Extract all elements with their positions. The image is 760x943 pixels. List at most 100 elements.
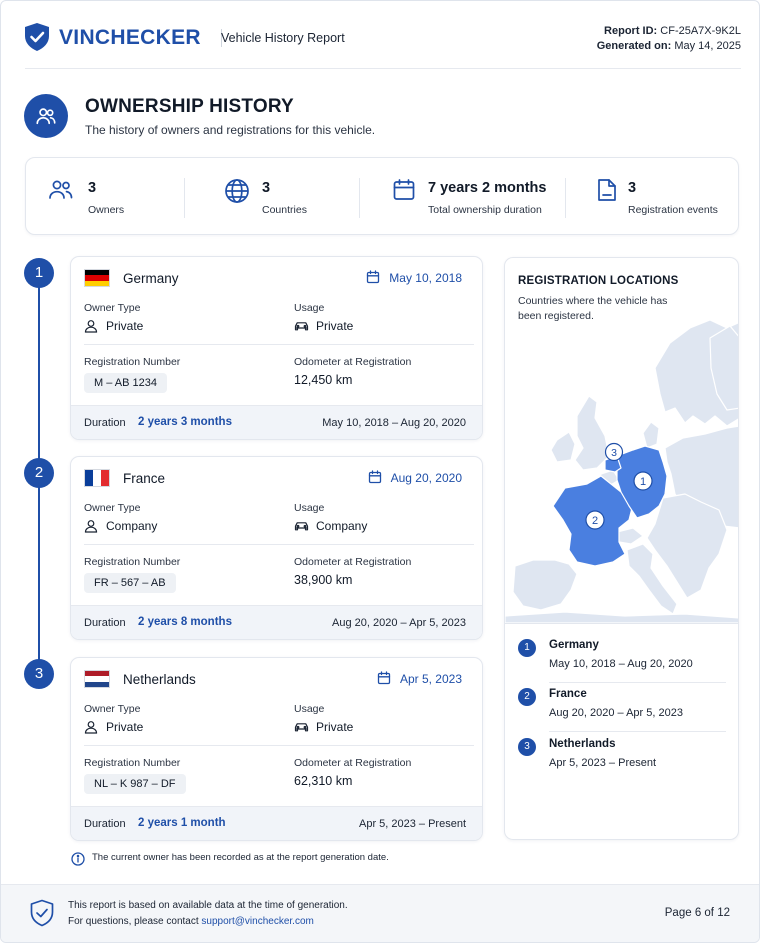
date-range: Apr 5, 2023 – Present [358, 818, 466, 830]
registration-plate: M – AB 1234 [84, 373, 167, 393]
country-flag-icon [84, 269, 110, 287]
support-email-link[interactable]: support@vinchecker.com [201, 916, 313, 927]
footer-disclaimer: This report is based on available data a… [68, 900, 348, 911]
country-name: Netherlands [123, 672, 196, 687]
shield-check-icon [30, 899, 54, 927]
owner-type-value: Private [84, 720, 143, 734]
duration-value: 2 years 3 months [138, 416, 232, 428]
stat-label: Total ownership duration [428, 204, 542, 216]
map-divider [505, 623, 738, 624]
country-flag-icon [84, 469, 110, 487]
legend-item: 1 Germany May 10, 2018 – Aug 20, 2020 [518, 637, 728, 686]
car-icon [294, 723, 309, 732]
map-title: REGISTRATION LOCATIONS [518, 275, 679, 287]
odometer-label: Odometer at Registration [294, 757, 412, 769]
report-id: CF-25A7X-9K2L [660, 25, 741, 37]
report-page: VINCHECKER Vehicle History Report Report… [0, 0, 760, 943]
duration-bar: Duration 2 years 3 months May 10, 2018 –… [71, 405, 482, 439]
map-marker-label: 1 [640, 476, 646, 488]
person-icon [84, 721, 98, 734]
report-header: VINCHECKER Vehicle History Report Report… [25, 21, 741, 69]
note-text: The current owner has been recorded as a… [92, 852, 389, 863]
owner-type-label: Owner Type [84, 302, 141, 314]
ownership-section-icon [24, 94, 68, 138]
car-icon [294, 522, 309, 531]
country-name: Germany [123, 271, 179, 286]
footer-contact: For questions, please contact support@vi… [68, 916, 314, 927]
stat-label: Owners [88, 204, 125, 216]
current-owner-note: The current owner has been recorded as a… [71, 852, 389, 866]
duration-label: Duration [84, 818, 126, 830]
registration-date-text: Aug 20, 2020 [390, 471, 462, 485]
map-denmark [642, 421, 660, 449]
odometer-label: Odometer at Registration [294, 556, 412, 568]
stat-duration: 7 years 2 months Total ownership duratio… [392, 158, 572, 234]
registration-date: Aug 20, 2020 [368, 470, 462, 485]
registration-plate: NL – K 987 – DF [84, 774, 186, 794]
timeline-step: 2 [24, 458, 54, 488]
registration-number-label: Registration Number [84, 556, 181, 568]
odometer-value: 62,310 km [294, 774, 353, 788]
map-marker-2: 2 [585, 510, 605, 530]
stat-registration-events: 3 Registration events [596, 158, 736, 234]
stat-label: Countries [262, 204, 307, 216]
timeline-step: 1 [24, 258, 54, 288]
legend-item: 2 France Aug 20, 2020 – Apr 5, 2023 [518, 686, 728, 735]
map-uk [574, 395, 610, 471]
registration-locations-card: REGISTRATION LOCATIONS Countries where t… [504, 257, 739, 840]
map-ireland [550, 431, 576, 463]
map-africa [505, 611, 738, 623]
report-id-label: Report ID: [604, 25, 658, 37]
usage-value: Private [294, 319, 353, 333]
map-iberia [512, 559, 578, 611]
document-title: Vehicle History Report [221, 31, 345, 45]
owner-type-value: Company [84, 519, 157, 533]
owner-type-label: Owner Type [84, 502, 141, 514]
users-icon [36, 108, 56, 125]
section-title: OWNERSHIP HISTORY [85, 96, 294, 117]
usage-label: Usage [294, 502, 325, 514]
stat-value: 3 [262, 180, 271, 196]
summary-stats: 3 Owners 3 Countries 7 years 2 months To… [25, 157, 739, 235]
car-icon [294, 322, 309, 331]
owner-card: Germany May 10, 2018 Owner Type Usage Pr… [70, 256, 483, 440]
map-switzerland [616, 527, 644, 545]
page-number: Page 6 of 12 [664, 907, 730, 919]
globe-icon [225, 179, 249, 203]
stat-label: Registration events [628, 204, 718, 216]
person-icon [84, 320, 98, 333]
registration-date-text: Apr 5, 2023 [399, 672, 462, 686]
stat-divider [184, 178, 185, 218]
usage-value: Private [294, 720, 353, 734]
owner-card: France Aug 20, 2020 Owner Type Usage Com… [70, 456, 483, 640]
section-subtitle: The history of owners and registrations … [85, 123, 376, 137]
legend-country: Germany [549, 639, 599, 651]
owner-card: Netherlands Apr 5, 2023 Owner Type Usage… [70, 657, 483, 841]
duration-label: Duration [84, 417, 126, 429]
legend-divider [549, 682, 726, 683]
card-divider [84, 344, 474, 345]
usage-value: Company [294, 519, 367, 533]
country-flag-icon [84, 670, 110, 688]
usage-label: Usage [294, 703, 325, 715]
legend-country: France [549, 688, 587, 700]
card-divider [84, 745, 474, 746]
person-icon [84, 520, 98, 533]
calendar-icon [377, 671, 391, 685]
report-meta: Report ID: CF-25A7X-9K2L Generated on: M… [597, 24, 741, 54]
stat-countries: 3 Countries [224, 158, 374, 234]
map-marker-3: 3 [604, 442, 624, 462]
europe-map: 1 2 3 [505, 319, 738, 623]
stat-divider [359, 178, 360, 218]
generated-date: May 14, 2025 [674, 40, 741, 52]
registration-date: Apr 5, 2023 [377, 671, 462, 686]
timeline-step: 3 [24, 659, 54, 689]
legend-country: Netherlands [549, 738, 616, 750]
document-icon [598, 179, 616, 201]
registration-plate: FR – 567 – AB [84, 573, 176, 593]
shield-check-logo-icon [25, 23, 49, 51]
calendar-icon [368, 470, 381, 484]
date-range: Aug 20, 2020 – Apr 5, 2023 [332, 617, 466, 629]
legend-range: Apr 5, 2023 – Present [549, 757, 657, 769]
owner-type-value: Private [84, 319, 143, 333]
